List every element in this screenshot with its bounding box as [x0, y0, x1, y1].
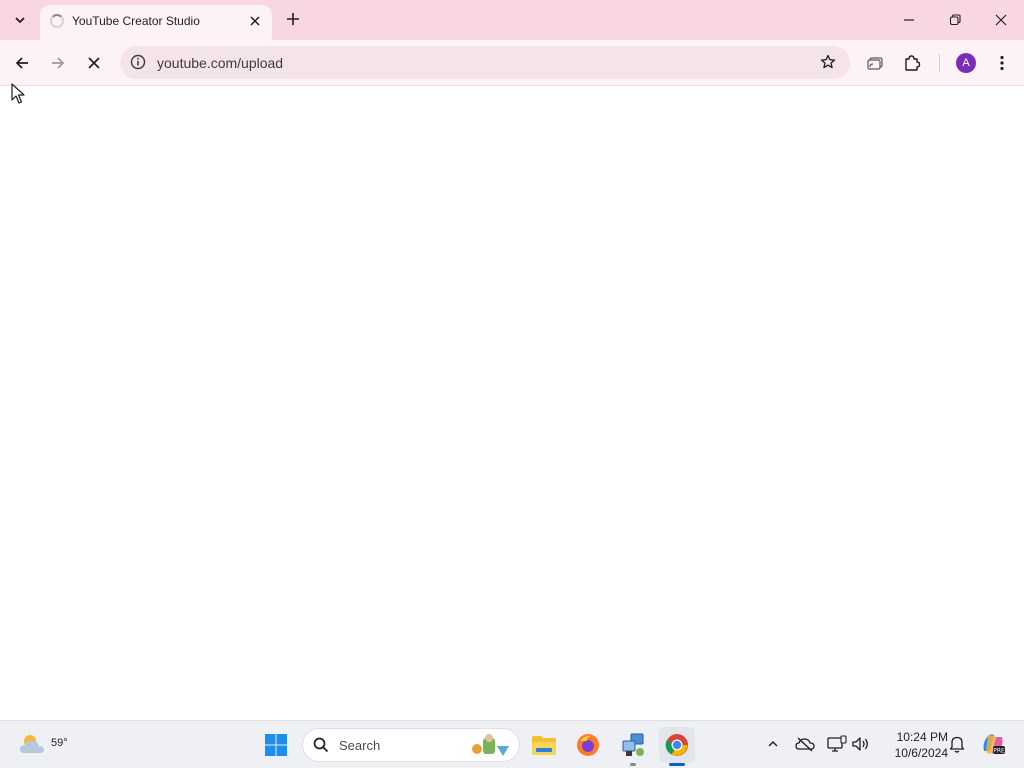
page-content — [0, 87, 1024, 720]
arrow-right-icon — [52, 57, 65, 69]
chevron-down-icon — [15, 17, 25, 24]
menu-button[interactable] — [986, 47, 1018, 79]
chrome-icon — [665, 734, 688, 756]
firefox-button[interactable] — [570, 727, 606, 763]
search-label: Search — [339, 738, 381, 753]
weather-cloudy-icon — [20, 735, 44, 753]
profile-avatar[interactable]: A — [956, 53, 976, 73]
puzzle-icon — [905, 55, 921, 71]
show-hidden-icons-button[interactable] — [762, 733, 784, 755]
search-icon — [313, 737, 329, 753]
cast-button[interactable] — [860, 47, 892, 79]
chevron-up-icon — [768, 741, 778, 747]
chrome-button[interactable] — [659, 727, 695, 763]
forward-button[interactable] — [42, 47, 74, 79]
copilot-button[interactable]: PRE — [980, 731, 1006, 757]
mouse-cursor-icon — [11, 83, 25, 104]
weather-widget[interactable]: 59° — [18, 729, 68, 761]
address-bar[interactable]: youtube.com/upload — [120, 46, 850, 79]
title-bar: YouTube Creator Studio — [0, 0, 1024, 40]
minimize-icon — [904, 19, 914, 21]
taskbar-search[interactable]: Search — [302, 728, 520, 762]
taskbar: 59° Search 10:24 PM 10/6/2024 PRE — [0, 720, 1024, 768]
kebab-menu-icon — [1000, 55, 1004, 71]
display-icon — [827, 735, 847, 752]
notifications-button[interactable] — [946, 733, 968, 755]
restore-button[interactable] — [932, 0, 978, 40]
windows-start-icon — [265, 734, 287, 756]
clock-time: 10:24 PM — [896, 730, 948, 744]
bookmark-button[interactable] — [818, 52, 838, 72]
firefox-icon — [577, 734, 599, 756]
active-app-indicator — [669, 763, 685, 766]
start-button[interactable] — [258, 727, 294, 763]
extensions-button[interactable] — [896, 47, 928, 79]
notification-bell-icon — [949, 736, 965, 753]
star-icon — [820, 54, 836, 69]
running-indicator — [630, 763, 636, 766]
close-icon — [995, 14, 1007, 26]
arrow-left-icon — [15, 57, 28, 69]
cast-icon — [867, 57, 883, 70]
restore-icon — [949, 14, 961, 26]
loading-spinner-icon — [50, 14, 64, 28]
new-tab-button[interactable] — [280, 6, 306, 32]
plus-icon — [287, 13, 299, 25]
browser-toolbar: youtube.com/upload A — [0, 40, 1024, 86]
onedrive-offline-icon — [795, 737, 815, 752]
volume-button[interactable] — [850, 733, 872, 755]
info-icon — [130, 54, 146, 70]
display-status-button[interactable] — [826, 733, 848, 755]
file-explorer-button[interactable] — [526, 727, 562, 763]
close-window-button[interactable] — [978, 0, 1024, 40]
system-clock[interactable]: 10:24 PM 10/6/2024 — [878, 729, 948, 761]
tab-title: YouTube Creator Studio — [72, 14, 200, 28]
weather-temperature: 59° — [51, 737, 68, 749]
toolbar-divider — [939, 54, 940, 72]
search-highlight-icon — [472, 734, 509, 756]
back-button[interactable] — [6, 47, 38, 79]
clock-date: 10/6/2024 — [894, 746, 948, 760]
url-text: youtube.com/upload — [157, 55, 284, 71]
file-explorer-icon — [532, 736, 556, 755]
svg-text:PRE: PRE — [993, 748, 1005, 755]
tab-search-button[interactable] — [6, 6, 34, 34]
tab-close-button[interactable] — [246, 12, 264, 30]
copilot-icon: PRE — [983, 734, 1005, 755]
onedrive-status-button[interactable] — [794, 733, 816, 755]
network-app-button[interactable] — [615, 727, 651, 763]
close-icon — [88, 57, 100, 69]
speaker-icon — [852, 737, 868, 751]
browser-tab[interactable]: YouTube Creator Studio — [40, 5, 272, 40]
network-app-icon — [622, 733, 644, 756]
minimize-button[interactable] — [886, 0, 932, 40]
close-icon — [250, 16, 260, 26]
stop-loading-button[interactable] — [78, 47, 110, 79]
site-info-button[interactable] — [128, 52, 148, 72]
